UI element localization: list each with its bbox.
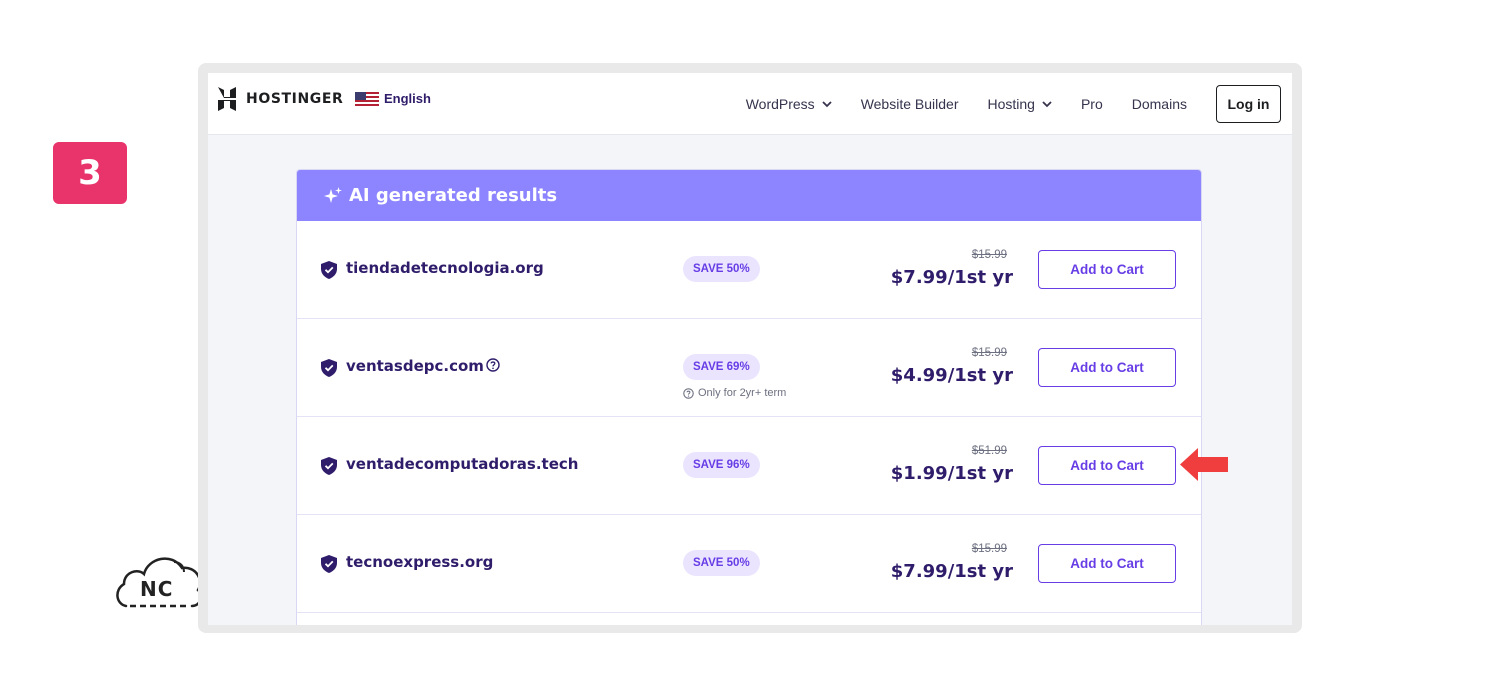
nav-item-label: Pro [1080,96,1103,112]
nav-item-website-builder[interactable]: Website Builder [861,96,959,112]
discounted-price: $7.99/1st yr [890,561,1013,582]
term-note-text: Only for 2yr+ term [698,387,787,399]
domain-name: ventasdepc.com [346,357,484,375]
original-price: $51.99 [971,445,1007,457]
save-badge: SAVE 50% [683,256,760,282]
shield-check-icon [321,359,337,377]
add-to-cart-button[interactable]: Add to Cart [1038,544,1176,583]
nav-item-hosting[interactable]: Hosting [987,96,1052,112]
save-badge: SAVE 69% [683,354,760,380]
chevron-down-icon [822,101,832,108]
step-number-badge: 3 [53,142,127,204]
add-to-cart-button[interactable]: Add to Cart [1038,348,1176,387]
language-selector[interactable]: English [355,91,431,106]
add-to-cart-button[interactable]: Add to Cart [1038,250,1176,289]
nav-item-label: WordPress [745,96,815,112]
nav-links: WordPress Website Builder Hosting Pro Do… [746,73,1292,135]
original-price: $15.99 [971,543,1007,555]
brand-name: HOSTINGER [246,91,344,107]
domain-result-row: tecnoexpress.org SAVE 50% $15.99 $7.99/1… [297,515,1201,613]
screenshot-frame: HOSTINGER English WordPress Website Buil… [198,63,1302,633]
red-arrow-icon [1180,448,1228,481]
save-badge: SAVE 96% [683,452,760,478]
brand-logo[interactable]: HOSTINGER [216,87,343,111]
save-badge: SAVE 50% [683,550,760,576]
domain-result-row: tiendadetecnologia.org SAVE 50% $15.99 $… [297,221,1201,319]
help-circle-icon [683,387,694,399]
domain-name: tecnoexpress.org [346,553,494,571]
nav-item-label: Website Builder [860,96,959,112]
chevron-down-icon [1042,101,1052,108]
shield-check-icon [321,261,337,279]
domain-result-row: ventadecomputadoras.tech SAVE 96% $51.99… [297,417,1201,515]
domain-result-row: ventasdepc.com SAVE 69% Only for 2yr+ te… [297,319,1201,417]
results-title: AI generated results [349,185,558,206]
original-price: $15.99 [971,347,1007,359]
watermark-text: NC [140,577,174,601]
domain-name-with-help: ventasdepc.com [346,357,500,375]
domain-name: ventadecomputadoras.tech [346,455,579,473]
nav-item-pro[interactable]: Pro [1081,96,1103,112]
language-label: English [384,91,431,106]
nav-item-wordpress[interactable]: WordPress [746,96,832,112]
ai-results-panel: AI generated results tiendadetecnologia.… [296,169,1202,625]
discounted-price: $7.99/1st yr [890,267,1013,288]
results-header: AI generated results [297,170,1201,221]
nav-item-domains[interactable]: Domains [1132,96,1187,112]
nav-item-label: Hosting [987,96,1035,112]
domain-name: tiendadetecnologia.org [346,259,544,277]
term-note: Only for 2yr+ term [683,387,786,399]
add-to-cart-button[interactable]: Add to Cart [1038,446,1176,485]
help-circle-icon[interactable] [486,358,500,372]
sparkle-icon [324,186,342,203]
hostinger-logo-icon [218,87,236,111]
us-flag-icon [355,91,379,106]
top-navbar: HOSTINGER English WordPress Website Buil… [208,73,1292,135]
discounted-price: $4.99/1st yr [890,365,1013,386]
nav-item-label: Domains [1131,96,1187,112]
original-price: $15.99 [971,249,1007,261]
shield-check-icon [321,555,337,573]
shield-check-icon [321,457,337,475]
page-viewport: HOSTINGER English WordPress Website Buil… [208,73,1292,625]
discounted-price: $1.99/1st yr [890,463,1013,484]
login-button[interactable]: Log in [1216,85,1281,123]
